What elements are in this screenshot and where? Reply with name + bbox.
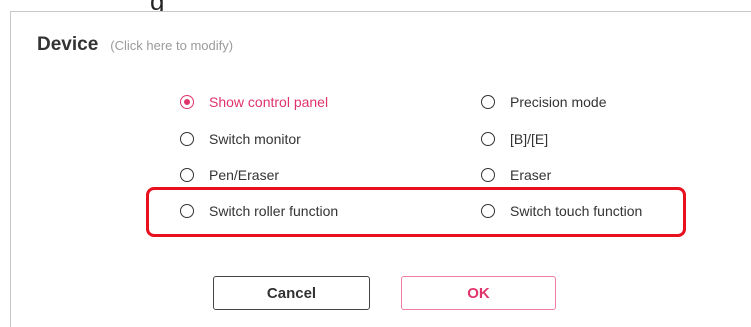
option-label: Show control panel [209, 94, 329, 110]
ok-button[interactable]: OK [401, 276, 556, 310]
radio-icon[interactable] [180, 168, 194, 182]
radio-icon[interactable] [481, 95, 495, 109]
option-pen-eraser[interactable]: Pen/Eraser [180, 167, 279, 183]
radio-icon[interactable] [481, 168, 495, 182]
screen: g Device (Click here to modify) Show con… [0, 0, 751, 327]
cancel-button[interactable]: Cancel [213, 276, 370, 310]
device-settings-dialog [10, 11, 751, 327]
modify-link[interactable]: (Click here to modify) [110, 38, 233, 53]
radio-selected-icon[interactable] [180, 95, 194, 109]
option-label: Eraser [510, 167, 552, 183]
option-label: Pen/Eraser [209, 167, 280, 183]
option-show-control-panel[interactable]: Show control panel [180, 94, 328, 110]
section-title: Device [37, 34, 99, 55]
option-precision-mode[interactable]: Precision mode [481, 94, 607, 110]
option-switch-monitor[interactable]: Switch monitor [180, 131, 301, 147]
red-highlight-annotation [146, 187, 686, 237]
section-header: Device (Click here to modify) [37, 34, 233, 56]
radio-icon[interactable] [180, 132, 194, 146]
option-eraser[interactable]: Eraser [481, 167, 551, 183]
option-label: [B]/[E] [510, 131, 549, 147]
option-label: Switch monitor [209, 131, 301, 147]
radio-icon[interactable] [481, 132, 495, 146]
option-b-e[interactable]: [B]/[E] [481, 131, 548, 147]
option-label: Precision mode [510, 94, 607, 110]
